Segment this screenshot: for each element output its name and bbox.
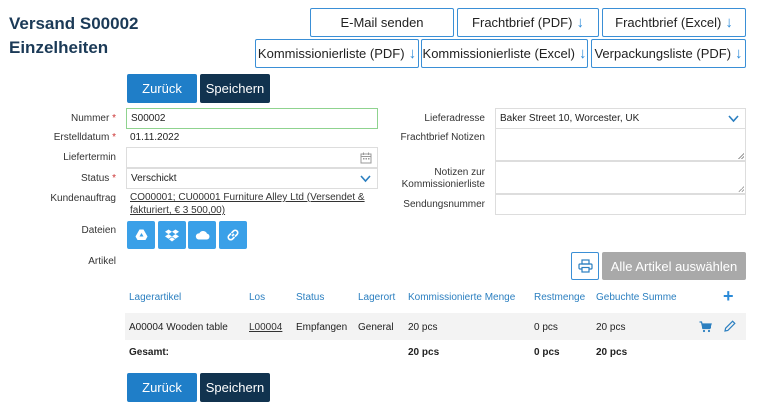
cart-icon[interactable] bbox=[699, 321, 712, 333]
edit-pencil-icon[interactable] bbox=[724, 320, 736, 332]
calendar-icon[interactable] bbox=[360, 152, 372, 164]
kommissionierliste-pdf-button[interactable]: Kommissionierliste (PDF) ↓ bbox=[255, 39, 419, 68]
col-status[interactable]: Status bbox=[296, 292, 324, 303]
total-label: Gesamt: bbox=[129, 347, 170, 358]
resize-handle-icon[interactable] bbox=[738, 186, 744, 192]
sendungsnummer-label: Sendungsnummer bbox=[403, 199, 485, 210]
dropbox-icon[interactable] bbox=[158, 221, 186, 249]
lieferadresse-select[interactable]: Baker Street 10, Worcester, UK bbox=[495, 108, 746, 129]
nummer-input[interactable]: S00002 bbox=[126, 108, 378, 129]
save-button[interactable]: Speichern bbox=[200, 74, 270, 103]
total-restmenge: 0 pcs bbox=[534, 347, 560, 358]
printer-icon bbox=[577, 259, 593, 273]
col-los[interactable]: Los bbox=[249, 292, 265, 303]
chevron-down-icon bbox=[360, 175, 371, 183]
total-gebuchte-summe: 20 pcs bbox=[596, 347, 628, 358]
download-arrow-icon: ↓ bbox=[725, 14, 733, 31]
page-title-line1: Versand S00002 bbox=[9, 14, 139, 33]
nummer-label: Nummer * bbox=[70, 113, 116, 124]
email-send-button[interactable]: E-Mail senden bbox=[310, 8, 454, 37]
col-gebuchte-summe[interactable]: Gebuchte Summe bbox=[596, 292, 677, 303]
erstelldatum-value: 01.11.2022 bbox=[130, 132, 180, 143]
link-icon[interactable] bbox=[219, 221, 247, 249]
verpackungsliste-pdf-button[interactable]: Verpackungsliste (PDF) ↓ bbox=[591, 39, 746, 68]
col-kommissionierte-menge[interactable]: Kommissionierte Menge bbox=[408, 292, 515, 303]
status-label: Status * bbox=[80, 173, 116, 184]
erstelldatum-label: Erstelldatum * bbox=[53, 132, 116, 143]
select-all-articles-button[interactable]: Alle Artikel auswählen bbox=[602, 252, 746, 280]
artikel-label: Artikel bbox=[88, 256, 116, 267]
cell-lagerort: General bbox=[358, 322, 394, 333]
cell-restmenge: 0 pcs bbox=[534, 322, 558, 333]
liefertermin-input[interactable] bbox=[126, 147, 378, 168]
dateien-label: Dateien bbox=[81, 225, 116, 236]
kundenauftrag-link[interactable]: CO00001; CU00001 Furniture Alley Ltd (Ve… bbox=[130, 191, 370, 217]
frachtbrief-pdf-button[interactable]: Frachtbrief (PDF) ↓ bbox=[457, 8, 599, 37]
total-kommissionierte-menge: 20 pcs bbox=[408, 347, 440, 358]
lieferadresse-label: Lieferadresse bbox=[424, 113, 485, 124]
chevron-down-icon bbox=[728, 115, 739, 123]
frachtbrief-notizen-label: Frachtbrief Notizen bbox=[400, 132, 485, 143]
cell-kommissionierte-menge: 20 pcs bbox=[408, 322, 438, 333]
back-button-bottom[interactable]: Zurück bbox=[127, 373, 197, 402]
sendungsnummer-input[interactable] bbox=[495, 194, 746, 215]
add-article-icon[interactable]: + bbox=[723, 286, 734, 306]
frachtbrief-excel-button[interactable]: Frachtbrief (Excel) ↓ bbox=[602, 8, 746, 37]
kundenauftrag-label: Kundenauftrag bbox=[50, 193, 116, 204]
liefertermin-label: Liefertermin bbox=[63, 152, 116, 163]
print-button[interactable] bbox=[571, 252, 599, 280]
back-button[interactable]: Zurück bbox=[127, 74, 197, 103]
kommissionierliste-excel-button[interactable]: Kommissionierliste (Excel) ↓ bbox=[421, 39, 588, 68]
download-arrow-icon: ↓ bbox=[735, 45, 743, 62]
page-title: Versand S00002 Einzelheiten bbox=[9, 12, 138, 60]
cell-status: Empfangen bbox=[296, 322, 348, 333]
save-button-bottom[interactable]: Speichern bbox=[200, 373, 270, 402]
col-restmenge[interactable]: Restmenge bbox=[534, 292, 585, 303]
download-arrow-icon: ↓ bbox=[408, 45, 417, 62]
page-title-line2: Einzelheiten bbox=[9, 38, 109, 57]
resize-handle-icon[interactable] bbox=[738, 153, 744, 159]
col-lagerartikel[interactable]: Lagerartikel bbox=[129, 292, 181, 303]
cell-gebuchte-summe: 20 pcs bbox=[596, 322, 626, 333]
onedrive-icon[interactable] bbox=[188, 221, 216, 249]
notizen-kommissionierliste-label: Notizen zur Kommissionierliste bbox=[401, 167, 485, 190]
download-arrow-icon: ↓ bbox=[578, 45, 587, 62]
status-select[interactable]: Verschickt bbox=[126, 168, 378, 189]
frachtbrief-notizen-textarea[interactable] bbox=[495, 128, 746, 161]
cell-lagerartikel: A00004 Wooden table bbox=[129, 322, 228, 333]
download-arrow-icon: ↓ bbox=[576, 14, 584, 31]
cell-los-link[interactable]: L00004 bbox=[249, 322, 282, 333]
google-drive-icon[interactable] bbox=[127, 221, 155, 249]
notizen-kommissionierliste-textarea[interactable] bbox=[495, 161, 746, 194]
col-lagerort[interactable]: Lagerort bbox=[358, 292, 395, 303]
